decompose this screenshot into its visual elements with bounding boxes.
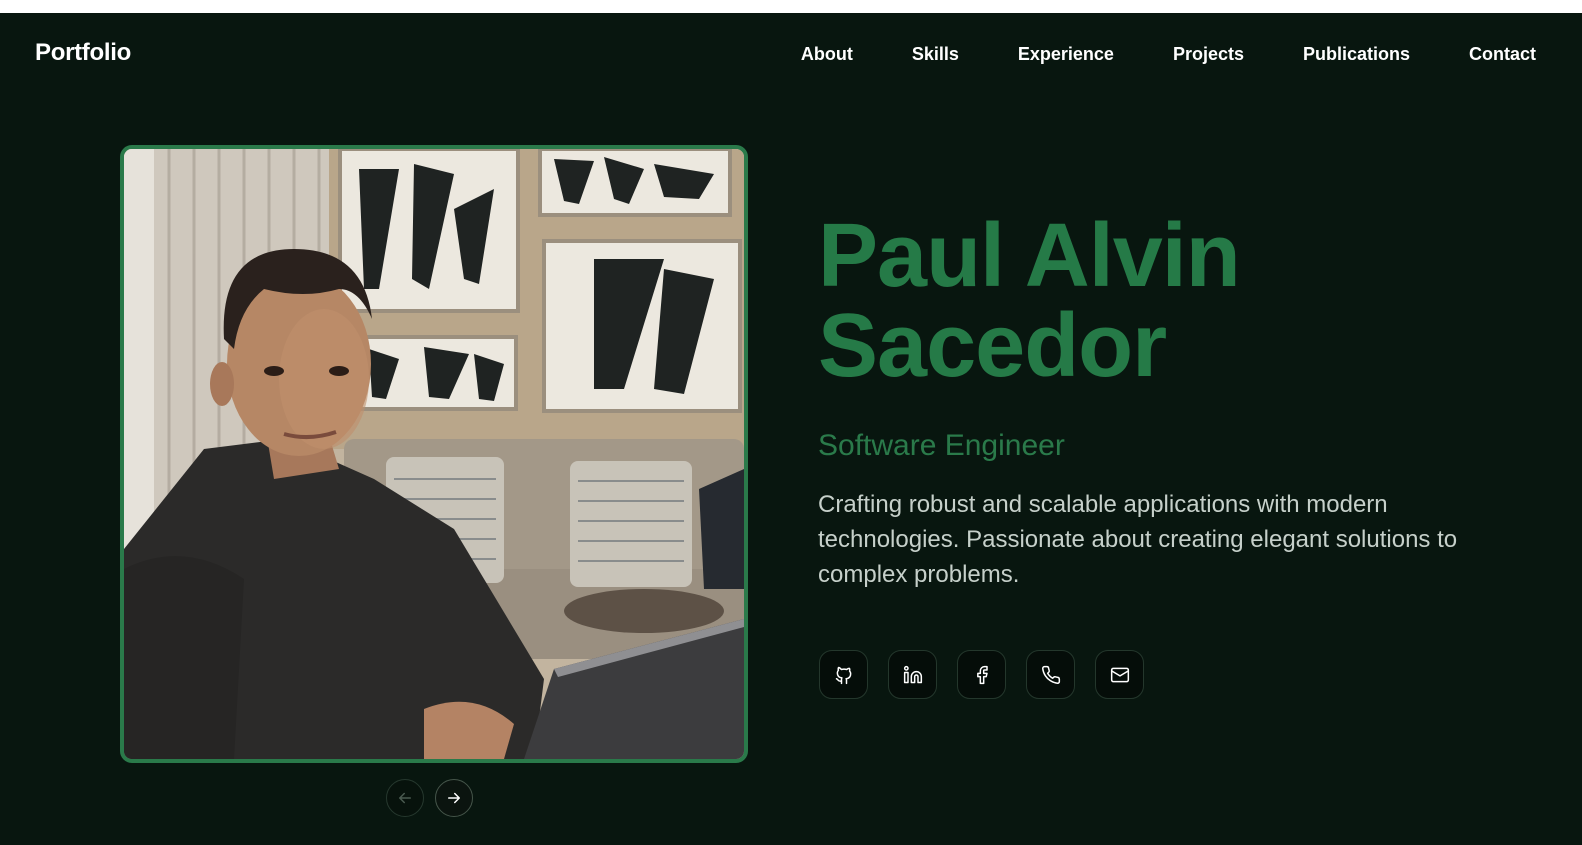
facebook-icon xyxy=(976,665,988,684)
linkedin-icon xyxy=(903,665,922,683)
linkedin-button[interactable] xyxy=(888,650,937,699)
github-icon xyxy=(835,666,851,684)
page: Portfolio About Skills Experience Projec… xyxy=(0,13,1582,845)
phone-button[interactable] xyxy=(1026,650,1075,699)
hero-name: Paul Alvin Sacedor xyxy=(818,211,1518,391)
main-nav: About Skills Experience Projects Publica… xyxy=(801,44,1536,65)
brand-logo[interactable]: Portfolio xyxy=(35,39,131,67)
top-strip xyxy=(0,0,1582,13)
phone-icon xyxy=(1041,665,1060,684)
arrow-left-icon xyxy=(399,792,411,804)
social-links xyxy=(819,650,1144,699)
carousel-prev-button[interactable] xyxy=(386,779,424,817)
nav-about[interactable]: About xyxy=(801,44,853,65)
mail-button[interactable] xyxy=(1095,650,1144,699)
profile-photo xyxy=(120,145,748,763)
carousel-next-button[interactable] xyxy=(435,779,473,817)
nav-projects[interactable]: Projects xyxy=(1173,44,1244,65)
hero-name-line2: Sacedor xyxy=(818,296,1167,396)
github-button[interactable] xyxy=(819,650,868,699)
hero-role: Software Engineer xyxy=(818,429,1065,462)
hero-description: Crafting robust and scalable application… xyxy=(818,491,1458,588)
hero-name-line1: Paul Alvin xyxy=(818,206,1241,306)
nav-contact[interactable]: Contact xyxy=(1469,44,1536,65)
nav-skills[interactable]: Skills xyxy=(912,44,959,65)
facebook-button[interactable] xyxy=(957,650,1006,699)
nav-publications[interactable]: Publications xyxy=(1303,44,1410,65)
nav-experience[interactable]: Experience xyxy=(1018,44,1114,65)
arrow-right-icon xyxy=(448,792,460,804)
profile-photo-illustration xyxy=(124,149,744,759)
mail-icon xyxy=(1110,667,1129,682)
